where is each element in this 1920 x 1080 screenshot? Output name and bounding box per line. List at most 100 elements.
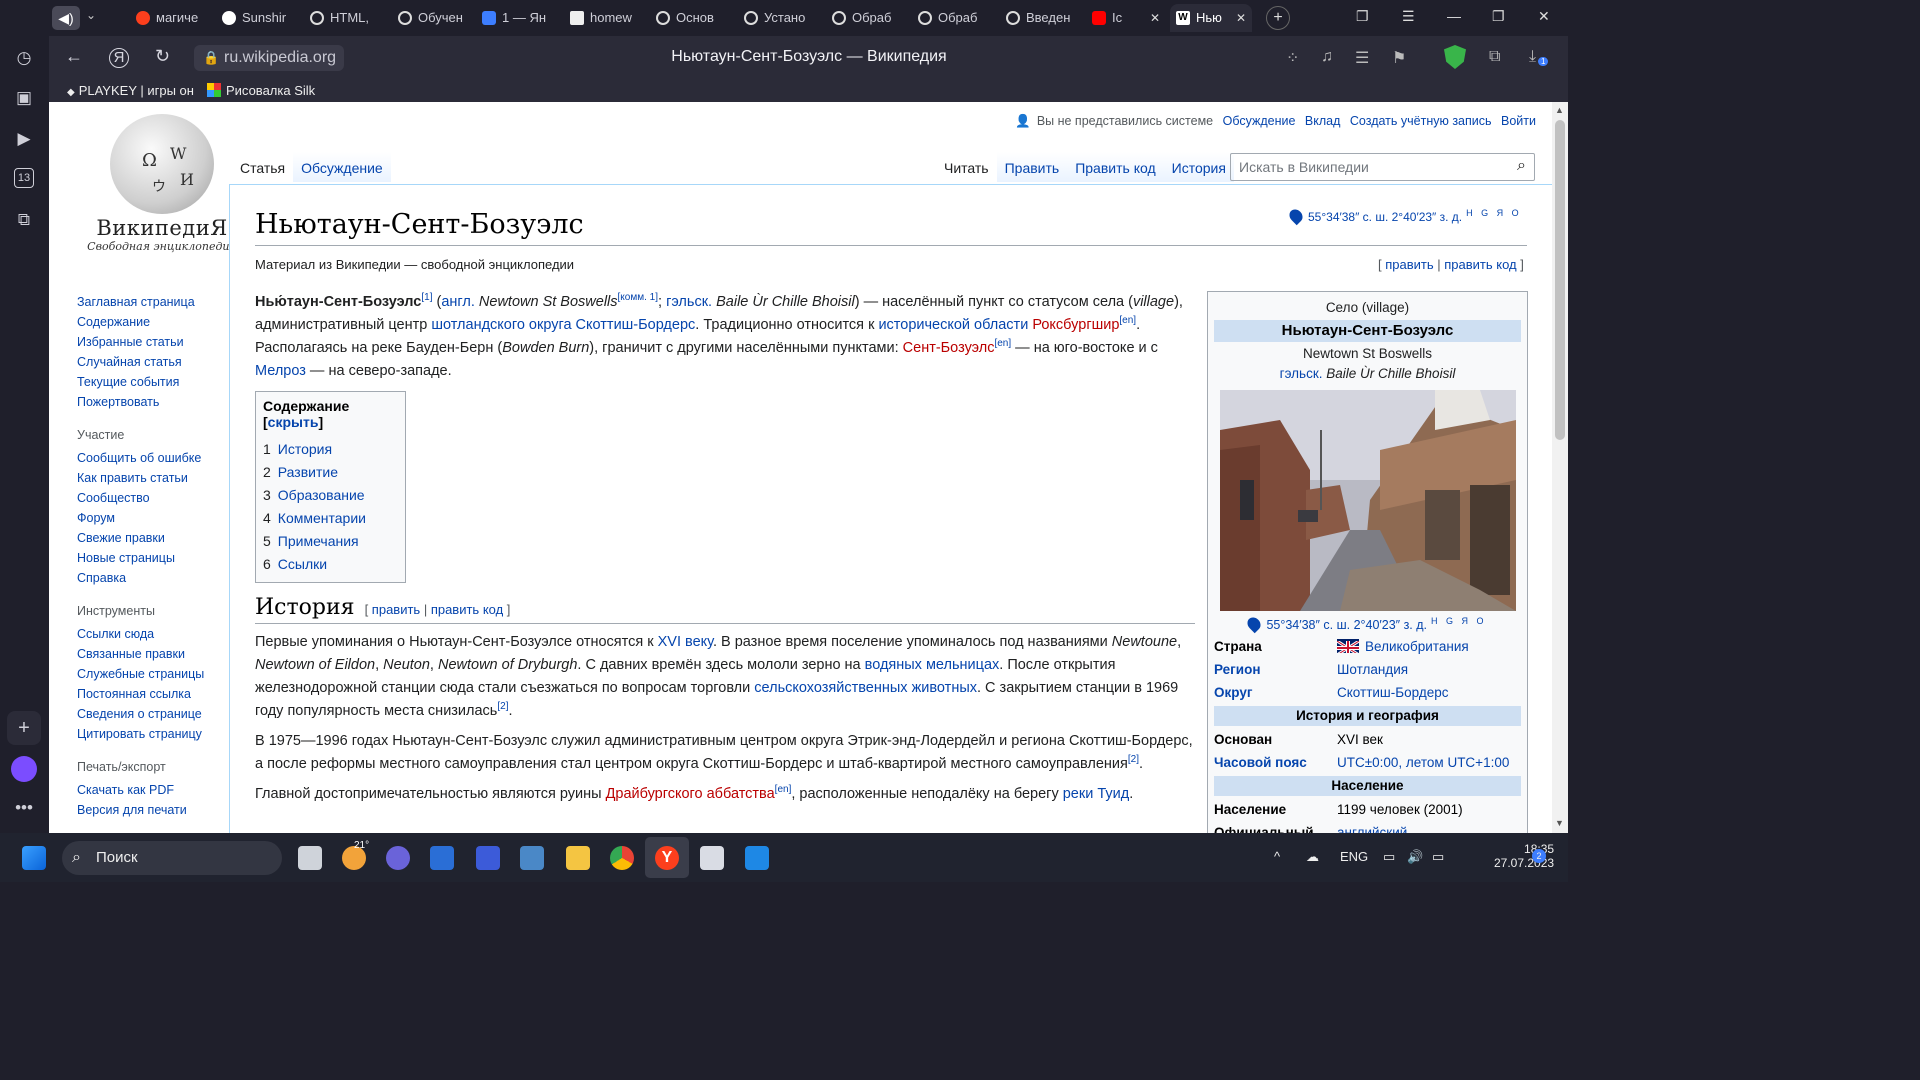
toc-link[interactable]: Развитие [278,464,338,480]
sidebar-item[interactable]: Форум [77,508,227,528]
sidebar-item[interactable]: Избранные статьи [77,332,227,352]
tab-6[interactable]: homew [564,4,650,32]
headphones-icon[interactable]: ♫ [1321,48,1333,66]
taskbar-search[interactable]: ⌕ Поиск [62,841,282,875]
tab-9[interactable]: Обраб [826,4,912,32]
tab-read[interactable]: Читать [936,152,997,182]
vscode-icon[interactable] [745,846,769,870]
chevron-up-icon[interactable]: ^ [1274,849,1280,864]
talk-link[interactable]: Обсуждение [1223,114,1296,128]
sidebar-item[interactable]: Новые страницы [77,548,227,568]
yandex-browser-icon[interactable]: Y [655,846,679,870]
battery-icon[interactable]: ▭ [1432,849,1444,865]
extensions-icon[interactable]: ⧉ [1489,48,1500,66]
notification-badge[interactable]: 2 [1532,849,1546,863]
sidebar-item[interactable]: Ссылки сюда [77,624,227,644]
tab-10[interactable]: Обраб [912,4,998,32]
language-indicator[interactable]: ENG [1340,849,1368,864]
language-link[interactable]: английский [1337,825,1407,833]
close-icon[interactable]: ✕ [1236,4,1246,32]
sidebar-item[interactable]: Сообщить об ошибке [77,448,227,468]
sidebar-item[interactable]: Служебные страницы [77,664,227,684]
chevron-down-icon[interactable]: ⌄ [86,8,96,22]
tab-4[interactable]: Обучен [392,4,478,32]
chrome-icon[interactable] [610,846,634,870]
infobox-coords[interactable]: 55°34′38″ с. ш. 2°40′23″ з. д. H G Я O [1214,614,1521,635]
scroll-down-icon[interactable]: ▼ [1555,818,1564,828]
sidebar-item[interactable]: Текущие события [77,372,227,392]
toc-item[interactable]: 3 Образование [263,484,398,507]
tab-3[interactable]: HTML, [304,4,390,32]
toc-item[interactable]: 2 Развитие [263,461,398,484]
windows-start-icon[interactable] [22,846,46,870]
sidebar-item[interactable]: Случайная статья [77,352,227,372]
toc-item[interactable]: 5 Примечания [263,530,398,553]
country-link[interactable]: Великобритания [1365,639,1469,654]
bookmark-silk[interactable]: Рисовалка Silk [207,82,315,100]
reader-icon[interactable]: ☰ [1355,48,1369,68]
sidebar-item[interactable]: Как править статьи [77,468,227,488]
history-icon[interactable]: ◷ [12,46,36,70]
downloads-icon[interactable]: ⤓ 1 [1529,48,1549,66]
chat-icon[interactable] [386,846,410,870]
toc-item[interactable]: 4 Комментарии [263,507,398,530]
page-scrollbar[interactable]: ▲ ▼ [1552,102,1568,833]
tab-2[interactable]: Sunshir [216,4,302,32]
network-icon[interactable]: ▭ [1383,849,1395,865]
sidebar-item[interactable]: Свежие правки [77,528,227,548]
tab-active[interactable]: W Нью ✕ [1170,4,1252,32]
row-key-link[interactable]: Часовой пояс [1214,755,1307,770]
new-tab-button[interactable]: + [1266,6,1290,30]
login-link[interactable]: Войти [1501,114,1536,128]
tabs-overview-icon[interactable]: ❐ [1356,8,1369,25]
region-link[interactable]: Шотландия [1337,662,1408,677]
add-panel-icon[interactable]: + [7,711,41,745]
bookmark-playkey[interactable]: ◆ PLAYKEY | игры он [67,82,194,102]
tab-7[interactable]: Основ [650,4,736,32]
task-view-icon[interactable] [298,846,322,870]
sidebar-item[interactable]: Цитировать страницу [77,724,227,744]
tab-8[interactable]: Устано [738,4,824,32]
tab-edit-source[interactable]: Править код [1067,152,1164,182]
back-icon[interactable]: ← [65,46,83,67]
tab-history[interactable]: История [1163,152,1234,182]
file-explorer-icon[interactable] [566,846,590,870]
sidebar-item[interactable]: Сведения о странице [77,704,227,724]
search-icon[interactable]: ⌕ [1517,157,1526,175]
close-icon[interactable]: ✕ [1150,4,1160,32]
row-key-link[interactable]: Регион [1214,662,1261,677]
collections-icon[interactable]: ▣ [12,86,36,110]
calendar-icon[interactable]: 13 [14,168,34,188]
village-photo[interactable] [1219,390,1516,611]
toc-link[interactable]: Комментарии [278,510,366,526]
wikipedia-logo[interactable]: Ω W ウ И ВикипедиЯ Свободная энциклопедия [77,114,247,253]
toc-item[interactable]: 1 История [263,438,398,461]
tab-discussion[interactable]: Обсуждение [293,152,391,182]
maximize-icon[interactable]: ❐ [1492,8,1505,25]
toc-link[interactable]: Образование [278,487,365,503]
video-icon[interactable]: ▶ [12,127,36,151]
tab-edit[interactable]: Править [996,152,1068,182]
sidebar-item[interactable]: Скачать как PDF [77,780,227,800]
create-account-link[interactable]: Создать учётную запись [1350,114,1492,128]
apps-icon[interactable]: ⁘ [1286,48,1299,68]
yandex-icon[interactable]: Я [109,48,129,68]
sidebar-item[interactable]: Заглавная страница [77,292,227,312]
close-window-icon[interactable]: ✕ [1538,8,1550,25]
contrib-link[interactable]: Вклад [1305,114,1341,128]
tab-12[interactable]: Ic ✕ [1086,4,1166,32]
weather-icon[interactable]: 21° [342,840,369,870]
toc-link[interactable]: Примечания [278,533,359,549]
sidebar-item[interactable]: Сообщество [77,488,227,508]
tz-link[interactable]: UTC±0:00, летом UTC+1:00 [1337,755,1509,770]
row-key-link[interactable]: Округ [1214,685,1252,700]
toc-link[interactable]: Ссылки [278,556,327,572]
sidebar-item[interactable]: Содержание [77,312,227,332]
edit-link[interactable]: править [1385,257,1433,272]
tab-1[interactable]: магиче [130,4,216,32]
tab-11[interactable]: Введен [1000,4,1086,32]
tab-5[interactable]: 1 — Ян [476,4,562,32]
coordinates[interactable]: 55°34′38″ с. ш. 2°40′23″ з. д. H G Я O [1286,206,1522,226]
bookmark-icon[interactable]: ⚑ [1392,48,1406,68]
district-link[interactable]: Скоттиш-Бордерс [1337,685,1448,700]
